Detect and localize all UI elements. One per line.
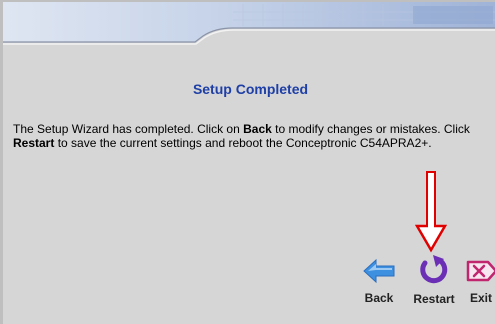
page-title: Setup Completed	[192, 81, 309, 97]
restart-button[interactable]: Restart	[405, 255, 463, 306]
back-button-label: Back	[364, 291, 394, 305]
restart-button-label: Restart	[413, 292, 455, 306]
down-arrow-annotation	[414, 170, 448, 254]
completion-message: The Setup Wizard has completed. Click on…	[13, 122, 483, 150]
left-arrow-icon	[362, 258, 396, 288]
exit-button-label: Exit	[469, 291, 492, 305]
back-keyword: Back	[243, 122, 272, 136]
wizard-panel: Setup Completed The Setup Wizard has com…	[0, 0, 495, 324]
back-button[interactable]: Back	[359, 258, 399, 305]
message-text: to modify changes or mistakes. Click	[271, 122, 470, 136]
restart-icon	[417, 255, 451, 289]
header-banner	[3, 2, 495, 46]
exit-button[interactable]: Exit	[461, 258, 495, 305]
exit-icon	[464, 260, 495, 288]
message-text: The Setup Wizard has completed. Click on	[13, 122, 244, 136]
restart-keyword: Restart	[13, 136, 55, 150]
message-text: to save the current settings and reboot …	[54, 136, 432, 150]
